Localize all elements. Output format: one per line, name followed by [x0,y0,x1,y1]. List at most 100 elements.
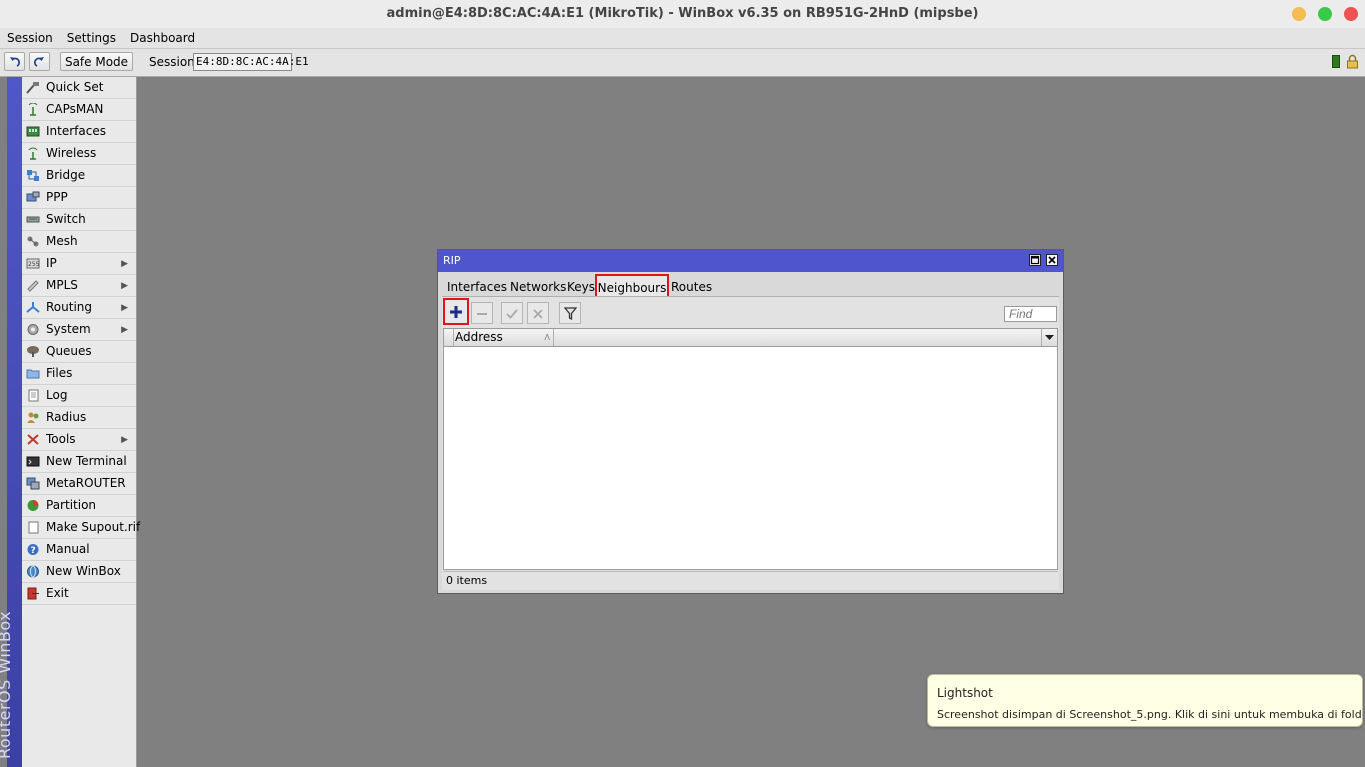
session-value-field[interactable]: E4:8D:8C:AC:4A:E1 [193,53,309,71]
rip-window: RIP Interfaces Networks Keys Neighbours … [437,249,1064,594]
column-header-address[interactable]: Address Λ [454,329,554,346]
close-window-button[interactable] [1046,254,1058,266]
sidebar-item-mesh[interactable]: Mesh [22,231,136,253]
tab-keys[interactable]: Keys [567,278,595,297]
menu-dashboard[interactable]: Dashboard [123,28,202,48]
sidebar-item-label: System [46,322,91,336]
sidebar-item-label: Routing [46,300,93,314]
rip-window-title: RIP [443,254,461,267]
sidebar-item-switch[interactable]: Switch [22,209,136,231]
sidebar-item-radius[interactable]: Radius [22,407,136,429]
sidebar-item-system[interactable]: System ▶ [22,319,136,341]
enable-button[interactable] [501,302,523,324]
neighbours-panel: Address Λ 0 items [442,296,1059,590]
ppp-icon [26,191,40,202]
sidebar-item-label: Mesh [46,234,78,248]
sidebar-item-bridge[interactable]: Bridge [22,165,136,187]
sidebar-item-partition[interactable]: Partition [22,495,136,517]
sidebar-item-exit[interactable]: Exit [22,583,136,605]
sidebar-item-tools[interactable]: Tools ▶ [22,429,136,451]
title-bar: admin@E4:8D:8C:AC:4A:E1 (MikroTik) - Win… [0,0,1365,28]
close-button[interactable] [1344,7,1358,21]
sidebar-item-label: Make Supout.rif [46,520,141,534]
sidebar-item-label: PPP [46,190,68,204]
sidebar-item-label: Interfaces [46,124,106,138]
tab-networks[interactable]: Networks [510,278,566,297]
interfaces-icon [26,126,40,137]
folder-icon [26,369,40,379]
sidebar-item-ppp[interactable]: PPP [22,187,136,209]
sidebar-item-log[interactable]: Log [22,385,136,407]
sidebar-item-label: Wireless [46,146,97,160]
sidebar-item-new-terminal[interactable]: New Terminal [22,451,136,473]
minimize-button[interactable] [1292,7,1306,21]
filter-icon [563,307,577,321]
redo-icon [34,57,44,67]
find-input[interactable] [1004,306,1057,322]
ip-icon: 255 [26,258,40,269]
enable-icon [506,308,518,319]
rip-window-titlebar[interactable]: RIP [438,250,1063,272]
bridge-icon [27,170,39,181]
sidebar: Quick Set CAPsMAN Interfaces Wireless Br… [22,77,140,767]
disable-button[interactable] [527,302,549,324]
routing-icon [26,302,40,313]
sidebar-item-label: Manual [46,542,90,556]
sidebar-item-label: IP [46,256,57,270]
antenna-icon [28,103,38,116]
add-button[interactable] [443,298,469,325]
maximize-button[interactable] [1318,7,1332,21]
sidebar-item-make-supout[interactable]: Make Supout.rif [22,517,140,539]
tab-interfaces[interactable]: Interfaces [447,278,507,297]
sidebar-item-label: Bridge [46,168,86,182]
sidebar-item-label: MetaROUTER [46,476,126,490]
sidebar-item-queues[interactable]: Queues [22,341,136,363]
safe-mode-button[interactable]: Safe Mode [60,52,133,71]
maximize-window-button[interactable] [1029,254,1041,266]
menu-bar: Session Settings Dashboard [0,28,1365,49]
remove-button[interactable] [471,302,493,324]
sidebar-item-label: Files [46,366,73,380]
sidebar-item-files[interactable]: Files [22,363,136,385]
sidebar-item-quick-set[interactable]: Quick Set [22,77,136,99]
undo-button[interactable] [4,52,25,71]
submenu-arrow-icon: ▶ [121,259,128,269]
submenu-arrow-icon: ▶ [121,303,128,313]
sidebar-item-wireless[interactable]: Wireless [22,143,136,165]
filter-button[interactable] [559,302,581,324]
sidebar-item-mpls[interactable]: MPLS ▶ [22,275,136,297]
gear-icon [27,324,39,335]
redo-button[interactable] [29,52,50,71]
wireless-icon [28,147,38,160]
chevron-down-icon [1045,335,1054,340]
log-icon [28,389,39,402]
sidebar-item-metarouter[interactable]: MetaROUTER [22,473,136,495]
sidebar-item-new-winbox[interactable]: New WinBox [22,561,136,583]
sort-indicator-icon: Λ [544,333,550,342]
sidebar-item-ip[interactable]: 255 IP ▶ [22,253,136,275]
column-menu-button[interactable] [1041,329,1057,346]
brand-vertical-text: RouterOS WinBox [0,610,14,759]
terminal-icon [26,456,40,467]
tab-routes[interactable]: Routes [671,278,712,297]
switch-icon [26,216,40,223]
sidebar-item-interfaces[interactable]: Interfaces [22,121,136,143]
menu-session[interactable]: Session [0,28,60,48]
metarouter-icon [26,477,40,490]
status-indicator-icon [1332,55,1340,68]
sidebar-item-capsman[interactable]: CAPsMAN [22,99,136,121]
toolbar: Safe Mode Session: E4:8D:8C:AC:4A:E1 [0,49,1365,77]
quickset-icon [26,82,39,94]
lightshot-notification[interactable]: Lightshot Screenshot disimpan di Screens… [927,674,1363,727]
lock-icon [1347,54,1358,69]
status-bar: 0 items [443,571,1058,589]
menu-settings[interactable]: Settings [60,28,123,48]
notification-message: Screenshot disimpan di Screenshot_5.png.… [937,708,1363,721]
sidebar-item-manual[interactable]: ? Manual [22,539,136,561]
users-icon [27,412,39,423]
sidebar-item-routing[interactable]: Routing ▶ [22,297,136,319]
document-icon [28,521,39,534]
globe-icon [27,565,39,578]
column-header-label: Address [455,330,503,344]
exit-icon [27,587,39,600]
